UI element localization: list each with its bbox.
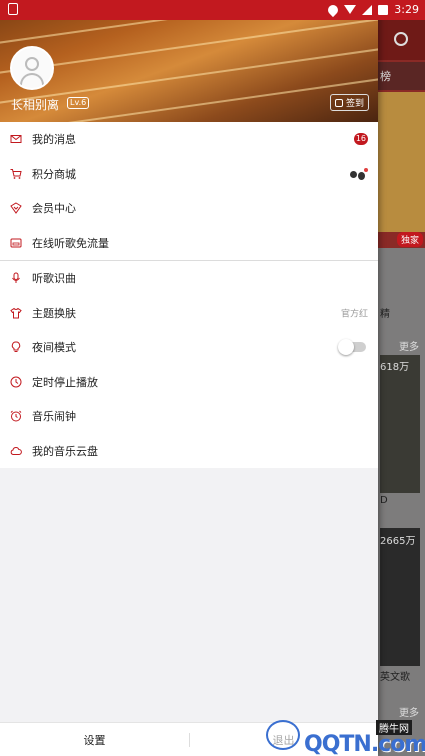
menu-item-label: 我的音乐云盘: [32, 444, 98, 458]
menu-item-label: 积分商城: [32, 167, 76, 181]
menu-item-label: 听歌识曲: [32, 272, 76, 286]
menu-item-identify-song[interactable]: 听歌识曲: [0, 261, 378, 296]
menu-item-label: 主题换肤: [32, 306, 76, 320]
drawer-menu: 我的消息 16 积分商城 会员中心 在线听歌免流量 听歌识曲 主题换肤 官方红 …: [0, 122, 378, 468]
signal-icon: [362, 4, 373, 15]
search-icon[interactable]: [394, 32, 408, 46]
vip-icon: [10, 202, 22, 215]
battery-icon: [378, 4, 389, 15]
menu-group-2: 听歌识曲 主题换肤 官方红 夜间模式 定时停止播放 音乐闹钟 我的音乐云盘: [0, 261, 378, 468]
menu-item-label: 夜间模式: [32, 341, 76, 355]
menu-item-vip-center[interactable]: 会员中心: [0, 191, 378, 226]
level-badge: Lv.6: [67, 97, 90, 109]
cloud-icon: [10, 446, 22, 455]
cart-icon: [10, 168, 22, 179]
watermark-logo-icon: [266, 720, 300, 750]
mic-icon: [12, 272, 20, 284]
background-text: 精: [380, 309, 390, 320]
watermark: 腾牛网 QQTN.com: [262, 712, 425, 756]
bulb-icon: [11, 341, 21, 353]
menu-item-label: 会员中心: [32, 202, 76, 216]
username[interactable]: 长相别离: [11, 96, 59, 113]
menu-item-label: 定时停止播放: [32, 375, 98, 389]
playlist-title: 英文歌: [380, 672, 410, 683]
background-tab[interactable]: 榜: [378, 62, 425, 90]
more-link[interactable]: 更多: [399, 338, 419, 353]
playlist-cover[interactable]: [380, 355, 420, 493]
background-banner[interactable]: [378, 92, 425, 232]
location-icon: [326, 2, 341, 17]
banner-tag: 独家: [396, 232, 423, 247]
menu-item-cloud-drive[interactable]: 我的音乐云盘: [0, 434, 378, 469]
checkin-label: 签到: [346, 99, 365, 109]
playlist-cover[interactable]: [380, 528, 420, 666]
settings-button[interactable]: 设置: [0, 723, 189, 756]
clock-icon: [10, 376, 22, 388]
night-mode-toggle[interactable]: [338, 339, 366, 356]
play-count: 2665万: [380, 536, 416, 547]
menu-item-label: 音乐闹钟: [32, 410, 76, 424]
wifi-icon: [344, 4, 357, 15]
menu-item-sleep-timer[interactable]: 定时停止播放: [0, 365, 378, 400]
unread-badge: 16: [353, 133, 368, 146]
playlist-title: D: [380, 495, 388, 506]
avatar[interactable]: [10, 46, 54, 90]
menu-item-label: 在线听歌免流量: [32, 236, 109, 250]
menu-item-free-data[interactable]: 在线听歌免流量: [0, 226, 378, 261]
earbuds-icon: [350, 167, 368, 180]
watermark-text: QQTN.com: [304, 732, 425, 756]
menu-item-messages[interactable]: 我的消息 16: [0, 122, 378, 157]
shirt-icon: [10, 307, 22, 319]
coins-icon: [335, 98, 343, 107]
alarm-icon: [10, 410, 22, 422]
background-app: 榜 独家 精 更多 618万 D 2665万 英文歌 更多: [378, 0, 425, 756]
menu-item-night-mode[interactable]: 夜间模式: [0, 330, 378, 365]
mail-icon: [10, 135, 22, 144]
sim-icon: [10, 238, 22, 248]
menu-group-1: 我的消息 16 积分商城 会员中心 在线听歌免流量: [0, 122, 378, 260]
status-time: 3:29: [394, 3, 419, 16]
navigation-drawer: 长相别离 Lv.6 签到 我的消息 16 积分商城 会员中心 在线听歌免流量 听…: [0, 0, 378, 756]
menu-item-points-mall[interactable]: 积分商城: [0, 157, 378, 192]
status-bar: 3:29: [0, 0, 425, 20]
play-count: 618万: [380, 362, 410, 373]
notification-icon: [8, 3, 18, 15]
current-theme: 官方红: [340, 309, 368, 320]
menu-item-music-alarm[interactable]: 音乐闹钟: [0, 399, 378, 434]
checkin-button[interactable]: 签到: [330, 94, 370, 111]
menu-item-theme[interactable]: 主题换肤 官方红: [0, 296, 378, 331]
menu-item-label: 我的消息: [32, 133, 76, 147]
